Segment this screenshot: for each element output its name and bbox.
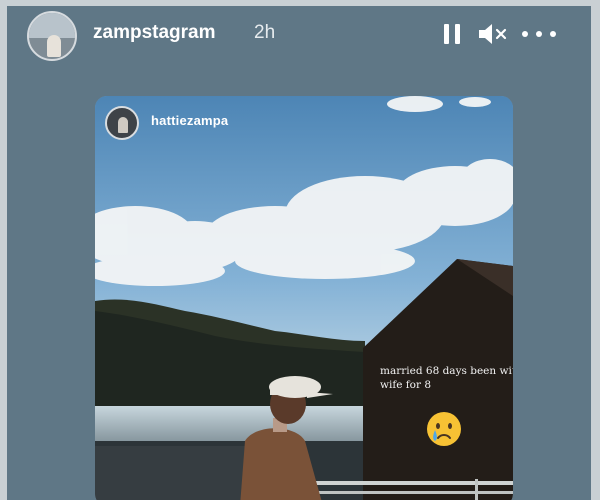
more-dot — [536, 31, 542, 37]
avatar-person — [47, 35, 61, 57]
reposted-post-card[interactable]: hattiezampa married 68 days been with wi… — [95, 96, 513, 500]
speaker-muted-icon[interactable] — [477, 22, 509, 46]
more-dot — [550, 31, 556, 37]
post-author-avatar[interactable] — [105, 106, 139, 140]
story-username[interactable]: zampstagram — [93, 22, 216, 44]
story-timestamp: 2h — [254, 22, 276, 43]
post-caption: married 68 days been with wife for 8 — [380, 365, 513, 391]
story-header: zampstagram 2h — [7, 6, 591, 62]
more-dot — [522, 31, 528, 37]
avatar-person — [118, 117, 128, 133]
crying-face-emoji — [427, 412, 461, 446]
pause-bar-right — [455, 24, 460, 44]
profile-avatar[interactable] — [27, 11, 77, 61]
pause-bar-left — [444, 24, 449, 44]
more-options-icon[interactable] — [519, 24, 559, 44]
story-viewer: zampstagram 2h hattiezampa married 68 da… — [7, 6, 591, 500]
post-author-username[interactable]: hattiezampa — [151, 113, 228, 128]
pause-icon[interactable] — [444, 24, 462, 44]
